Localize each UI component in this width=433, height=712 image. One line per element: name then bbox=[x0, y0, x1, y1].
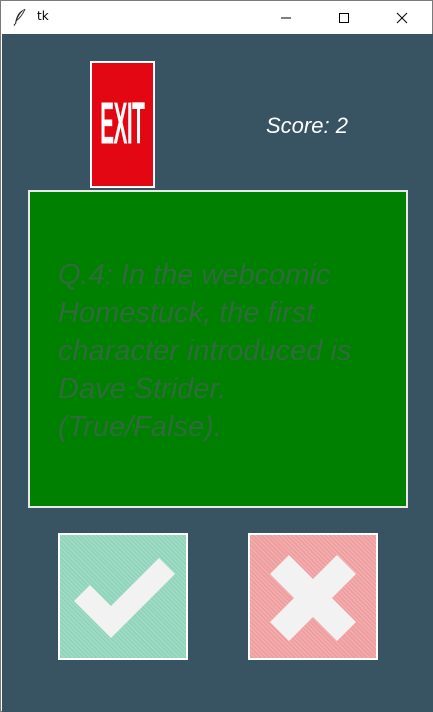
true-button[interactable] bbox=[58, 533, 188, 660]
question-text: Q.4: In the webcomic Homestuck, the firs… bbox=[58, 259, 352, 443]
close-button[interactable] bbox=[379, 1, 425, 34]
exit-label: EXIT bbox=[100, 91, 145, 158]
check-icon bbox=[74, 558, 175, 638]
minimize-icon bbox=[281, 17, 291, 18]
title-bar[interactable]: tk bbox=[1, 1, 432, 34]
false-button[interactable] bbox=[248, 533, 378, 660]
close-icon bbox=[396, 12, 408, 23]
maximize-icon bbox=[339, 12, 349, 23]
score-label: Score: 2 bbox=[266, 113, 348, 138]
app-window: tk EXIT Score: 2 Q.4: In the webcomic Ho… bbox=[0, 0, 433, 712]
minimize-button[interactable] bbox=[263, 1, 309, 34]
maximize-button[interactable] bbox=[321, 1, 367, 34]
feather-icon bbox=[13, 8, 27, 26]
quiz-area: EXIT Score: 2 Q.4: In the webcomic Homes… bbox=[2, 34, 433, 712]
question-box: Q.4: In the webcomic Homestuck, the firs… bbox=[28, 190, 408, 508]
cross-icon bbox=[270, 555, 356, 641]
exit-button[interactable]: EXIT bbox=[90, 61, 155, 188]
window-title: tk bbox=[37, 9, 49, 23]
